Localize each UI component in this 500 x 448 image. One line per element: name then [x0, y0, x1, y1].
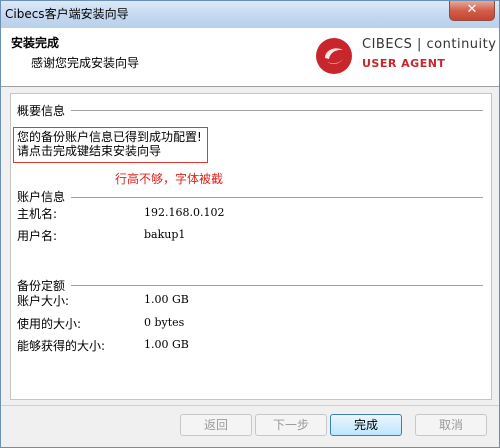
available-size-label: 能够获得的大小:: [17, 339, 106, 353]
quota-divider: [71, 285, 483, 286]
message-highlight-box: 您的备份账户信息已得到成功配置! 请点击完成键结束安装向导: [13, 127, 208, 163]
wizard-header: 安装完成 感谢您完成安装向导 CIBECS | continuity USER …: [1, 28, 499, 87]
account-divider: [71, 197, 483, 198]
page-title: 安装完成: [11, 36, 60, 50]
finish-button[interactable]: 完成: [330, 414, 402, 436]
finish-instruction: 请点击完成键结束安装向导: [17, 144, 162, 157]
window-title: Cibecs客户端安装向导: [5, 7, 129, 21]
account-size-value: 1.00 GB: [144, 293, 189, 306]
cancel-button[interactable]: 取消: [415, 414, 487, 436]
account-size-label: 账户大小:: [17, 294, 70, 308]
cibecs-logo-icon: [316, 38, 352, 74]
close-icon: ✕: [466, 2, 478, 17]
next-button[interactable]: 下一步: [255, 414, 327, 436]
used-size-label: 使用的大小:: [17, 317, 82, 331]
user-label: 用户名:: [17, 229, 58, 243]
title-bar[interactable]: Cibecs客户端安装向导 ✕: [1, 1, 499, 28]
brand-tagline: USER AGENT: [362, 57, 446, 70]
available-size-value: 1.00 GB: [144, 338, 189, 351]
summary-heading: 概要信息: [17, 104, 66, 118]
close-button[interactable]: ✕: [449, 1, 495, 21]
host-value: 192.168.0.102: [144, 206, 225, 219]
summary-divider: [71, 110, 483, 111]
annotation-note: 行高不够，字体被截: [115, 172, 224, 186]
summary-panel: 概要信息 您的备份账户信息已得到成功配置! 请点击完成键结束安装向导 行高不够，…: [10, 93, 492, 400]
account-heading: 账户信息: [17, 190, 66, 204]
installer-window: Cibecs客户端安装向导 ✕ 安装完成 感谢您完成安装向导 CIBECS | …: [0, 0, 500, 448]
used-size-value: 0 bytes: [144, 316, 185, 329]
page-subtitle: 感谢您完成安装向导: [31, 56, 140, 70]
footer-divider: [1, 405, 499, 406]
host-label: 主机名:: [17, 207, 58, 221]
brand-name: CIBECS | continuity: [362, 37, 497, 52]
back-button[interactable]: 返回: [180, 414, 252, 436]
user-value: bakup1: [144, 228, 186, 241]
